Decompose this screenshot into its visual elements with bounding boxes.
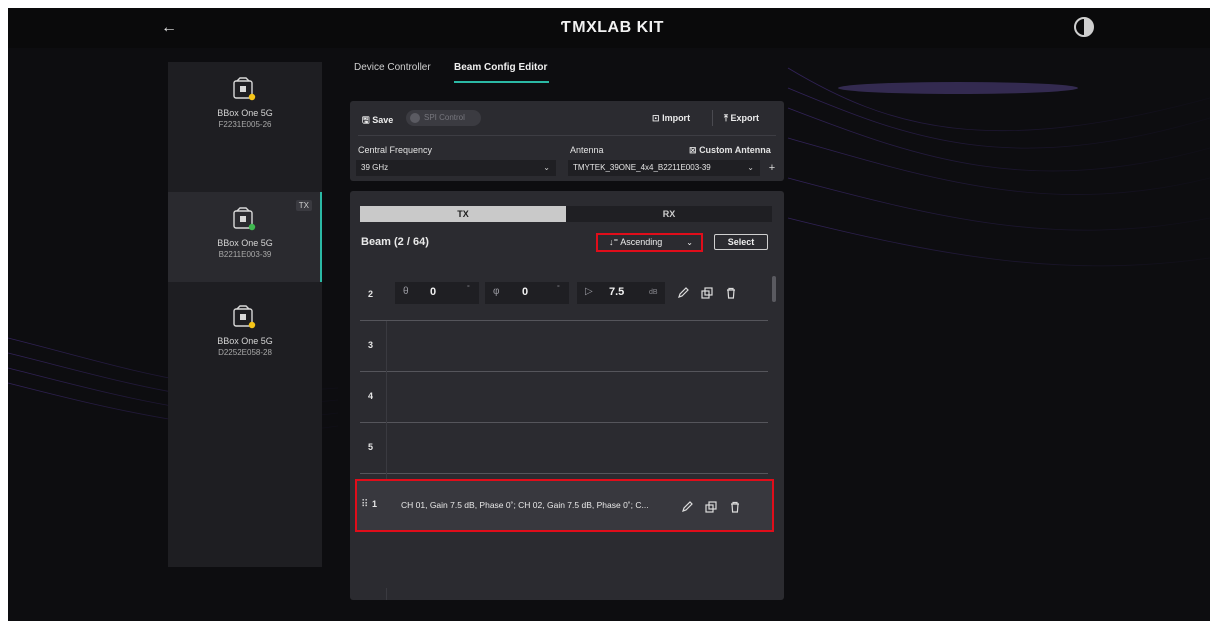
copy-icon[interactable] — [704, 500, 718, 514]
custom-antenna-button[interactable]: ⊠ Custom Antenna — [689, 145, 771, 156]
degree-unit: ° — [467, 285, 470, 292]
antenna-select[interactable]: TMYTEK_39ONE_4x4_B2211E003-39 ⌄ — [568, 160, 760, 176]
beam-number: 1 — [372, 499, 378, 509]
beam-list: 2 θ 0 ° φ 0 ° ▷ 7.5 dB 3 4 5 — [360, 270, 768, 600]
phi-value: 0 — [522, 286, 529, 298]
tx-rx-switch: TX RX — [360, 206, 772, 222]
antenna-value: TMYTEK_39ONE_4x4_B2211E003-39 — [573, 163, 711, 172]
import-icon: ⊡ — [652, 113, 660, 123]
tab-rx[interactable]: RX — [566, 206, 772, 222]
sort-order-value: Ascending — [620, 237, 663, 247]
device-item-d2252e058-28[interactable]: BBox One 5G D2252E058-28 — [168, 290, 322, 380]
gain-icon: ▷ — [585, 286, 593, 297]
export-icon: ⤒ — [724, 113, 728, 123]
beam-row[interactable]: 5 — [360, 423, 768, 474]
divider — [358, 135, 776, 136]
row-divider — [386, 423, 387, 474]
app-window: ← ƬMXLAB KIT BBox One 5G F2231E005-26 TX — [8, 8, 1210, 621]
add-antenna-button[interactable]: + — [764, 160, 780, 176]
import-label: Import — [662, 113, 691, 123]
device-serial: F2231E005-26 — [218, 120, 272, 129]
sort-order-select[interactable]: ↓⁼ Ascending ⌄ — [596, 233, 703, 252]
device-name: BBox One 5G — [217, 238, 273, 248]
scrollbar-thumb[interactable] — [772, 276, 776, 302]
dragging-beam-row[interactable]: ⠿ 1 CH 01, Gain 7.5 dB, Phase 0˚; CH 02,… — [355, 479, 774, 532]
device-icon — [233, 207, 256, 231]
beam-row[interactable]: 3 — [360, 321, 768, 372]
gain-value: 7.5 — [609, 286, 625, 298]
spi-control-toggle[interactable]: SPI Control — [406, 110, 481, 126]
chevron-down-icon: ⌄ — [543, 163, 550, 172]
antenna-label: Antenna — [570, 145, 604, 155]
edit-icon[interactable] — [676, 286, 690, 300]
beam-channel-summary: CH 01, Gain 7.5 dB, Phase 0˚; CH 02, Gai… — [401, 500, 649, 510]
toggle-knob — [410, 113, 420, 123]
back-arrow-icon[interactable]: ← — [158, 18, 180, 38]
select-button[interactable]: Select — [714, 234, 768, 250]
central-frequency-select[interactable]: 39 GHz ⌄ — [356, 160, 556, 176]
beam-count: Beam (2 / 64) — [361, 236, 429, 248]
beam-list-scrollbar[interactable] — [772, 270, 776, 570]
phi-field[interactable]: φ 0 ° — [485, 282, 569, 304]
tx-badge: TX — [295, 200, 312, 211]
spi-control-label: SPI Control — [424, 113, 465, 122]
config-panel: 🖫 Save SPI Control ⊡ Import ⤒ Export Cen… — [350, 101, 784, 181]
top-bar: ← ƬMXLAB KIT — [8, 8, 1210, 48]
app-logo: ƬMXLAB KIT — [561, 19, 664, 37]
edit-icon[interactable] — [680, 500, 694, 514]
device-item-b2211e003-39[interactable]: TX BBox One 5G B2211E003-39 — [168, 192, 322, 282]
row-divider — [386, 588, 387, 600]
drag-handle-icon[interactable]: ⠿ — [361, 499, 368, 510]
row-divider — [386, 372, 387, 423]
device-icon — [233, 77, 256, 101]
chevron-down-icon: ⌄ — [747, 163, 754, 172]
beam-row[interactable]: 4 — [360, 372, 768, 423]
central-frequency-label: Central Frequency — [358, 145, 433, 155]
central-frequency-value: 39 GHz — [361, 163, 389, 172]
export-button[interactable]: ⤒ Export — [724, 113, 759, 124]
device-name: BBox One 5G — [217, 108, 273, 118]
save-label: Save — [372, 115, 394, 125]
device-serial: D2252E058-28 — [218, 348, 272, 357]
chevron-down-icon: ⌄ — [686, 238, 693, 247]
custom-antenna-label: Custom Antenna — [699, 145, 771, 155]
theta-field[interactable]: θ 0 ° — [395, 282, 479, 304]
phi-symbol: φ — [493, 286, 500, 297]
beam-number: 2 — [368, 289, 374, 299]
degree-unit: ° — [557, 285, 560, 292]
device-name: BBox One 5G — [217, 336, 273, 346]
beam-number: 3 — [368, 340, 374, 350]
save-icon: 🖫 — [362, 115, 370, 125]
device-item-f2231e005-26[interactable]: BBox One 5G F2231E005-26 — [168, 62, 322, 152]
import-button[interactable]: ⊡ Import — [652, 113, 690, 124]
active-tab-indicator — [454, 81, 549, 83]
export-label: Export — [730, 113, 760, 123]
copy-icon[interactable] — [700, 286, 714, 300]
device-serial: B2211E003-39 — [218, 250, 272, 259]
gain-unit: dB — [649, 289, 658, 296]
divider — [712, 110, 713, 126]
theta-symbol: θ — [403, 286, 409, 297]
sort-icon: ↓⁼ — [609, 237, 619, 247]
device-icon — [233, 305, 256, 329]
theta-value: 0 — [430, 286, 437, 298]
beam-number: 5 — [368, 442, 374, 452]
tab-tx[interactable]: TX — [360, 206, 566, 222]
row-divider — [386, 321, 387, 372]
edit-square-icon: ⊠ — [689, 145, 697, 155]
beam-number: 4 — [368, 391, 374, 401]
theme-toggle-icon[interactable] — [1074, 17, 1094, 37]
tab-device-controller[interactable]: Device Controller — [354, 62, 431, 73]
brand-title: MXLAB KIT — [572, 19, 664, 36]
delete-icon[interactable] — [728, 500, 742, 514]
save-button[interactable]: 🖫 Save — [362, 113, 393, 129]
beam-panel: TX RX Beam (2 / 64) ↓⁼ Ascending ⌄ Selec… — [350, 191, 784, 600]
brand-mark: Ƭ — [561, 19, 572, 36]
tab-beam-config-editor[interactable]: Beam Config Editor — [454, 62, 547, 73]
gain-field[interactable]: ▷ 7.5 dB — [577, 282, 665, 304]
beam-row[interactable]: 2 θ 0 ° φ 0 ° ▷ 7.5 dB — [360, 270, 768, 321]
delete-icon[interactable] — [724, 286, 738, 300]
beam-row[interactable]: 6 — [360, 530, 768, 600]
device-sidebar: BBox One 5G F2231E005-26 TX BBox One 5G … — [168, 62, 322, 567]
